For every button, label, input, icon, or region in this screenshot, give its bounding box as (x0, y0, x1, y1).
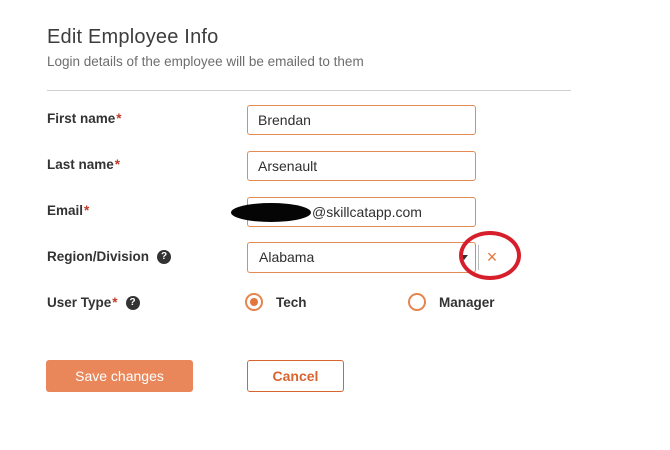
redaction-mark (231, 203, 311, 222)
required-marker: * (114, 157, 121, 172)
radio-checked-icon (245, 293, 263, 311)
region-select[interactable]: Alabama (247, 242, 476, 273)
email-label: Email * (47, 203, 89, 218)
user-type-label: User Type * ? (47, 295, 140, 310)
last-name-label: Last name * (47, 157, 120, 172)
region-label: Region/Division ? (47, 249, 172, 264)
save-button[interactable]: Save changes (46, 360, 193, 392)
email-label-text: Email (47, 203, 84, 218)
radio-unchecked-icon (408, 293, 426, 311)
radio-tech-label: Tech (276, 294, 307, 310)
help-icon[interactable]: ? (125, 295, 140, 310)
region-select-value: Alabama (259, 249, 315, 265)
required-marker: * (116, 111, 122, 126)
required-marker: * (112, 295, 118, 310)
radio-manager[interactable]: Manager (408, 293, 495, 311)
divider (47, 90, 571, 91)
help-icon[interactable]: ? (157, 249, 172, 264)
annotation-circle (459, 231, 521, 280)
email-field-value: @skillcatapp.com (312, 204, 422, 220)
first-name-label: First name * (47, 111, 122, 126)
first-name-field[interactable] (247, 105, 476, 135)
first-name-label-text: First name (47, 111, 116, 126)
radio-manager-label: Manager (439, 294, 495, 310)
user-type-label-text: User Type (47, 295, 112, 310)
last-name-label-text: Last name (47, 157, 114, 172)
page-subtitle: Login details of the employee will be em… (47, 54, 364, 69)
page-title: Edit Employee Info (47, 26, 219, 48)
last-name-field[interactable] (247, 151, 476, 181)
radio-tech[interactable]: Tech (245, 293, 307, 311)
required-marker: * (84, 203, 90, 218)
region-label-text: Region/Division (47, 249, 150, 264)
cancel-button[interactable]: Cancel (247, 360, 344, 392)
